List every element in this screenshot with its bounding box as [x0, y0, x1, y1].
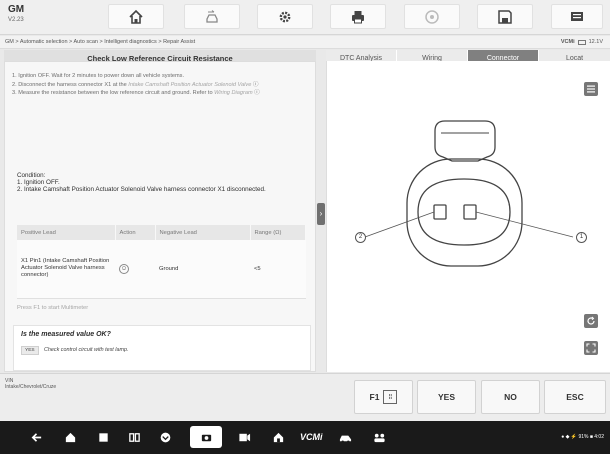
condition-label: Condition: — [17, 172, 46, 179]
recent-apps-icon[interactable] — [95, 429, 111, 445]
refresh-icon — [587, 316, 595, 325]
info-icon[interactable]: ⓘ — [254, 90, 260, 96]
message-icon — [571, 11, 583, 21]
esc-button[interactable]: ESC — [544, 380, 606, 414]
vehicle-swap-button[interactable] — [184, 4, 240, 29]
collapse-panel-button[interactable]: › — [317, 203, 325, 225]
table-header: Negative Lead — [155, 225, 251, 240]
vehicle-swap-icon — [206, 9, 218, 23]
table-header-row: Positive Lead Action Negative Lead Range… — [17, 225, 306, 240]
brand-name: GM — [8, 4, 25, 15]
screen-record-icon[interactable] — [236, 429, 252, 445]
system-status: ● ◆ ⚡ 91% ■ 4:02 — [561, 434, 604, 440]
print-button[interactable] — [330, 4, 386, 29]
step-2: 2. Disconnect the harness connector X1 a… — [12, 82, 310, 90]
vcm-status: VCMi 12.1V — [561, 39, 603, 45]
ohm-meter-icon[interactable]: Ω — [119, 263, 129, 274]
save-button[interactable] — [477, 4, 533, 29]
battery-icon — [577, 39, 586, 45]
vehicle-menu-icon[interactable] — [337, 429, 353, 445]
breadcrumb-bar: GM > Automatic selection > Auto scan > I… — [0, 36, 610, 49]
condition-block: Condition: 1. Ignition OFF. 2. Intake Ca… — [17, 172, 307, 194]
action-cell[interactable]: Ω — [115, 240, 155, 299]
press-hint: Press F1 to start Multimeter — [17, 305, 89, 311]
table-header: Range (Ω) — [250, 225, 306, 240]
system-nav-bar: VCMi ● ◆ ⚡ 91% ■ 4:02 — [0, 421, 610, 454]
step-3: 3. Measure the resistance between the lo… — [12, 90, 310, 98]
procedure-steps: 1. Ignition OFF. Wait for 2 minutes to p… — [12, 73, 310, 99]
vehicle-model: Intake/Chevrolet/Cruze — [5, 384, 57, 390]
screenshot-icon[interactable] — [190, 426, 222, 448]
brand: GM V2.23 — [8, 4, 25, 24]
maxi-home-icon[interactable] — [270, 429, 286, 445]
question-title: Is the measured value OK? — [21, 331, 111, 338]
measurement-table: Positive Lead Action Negative Lead Range… — [17, 225, 306, 299]
home-nav-icon[interactable] — [62, 429, 78, 445]
help-icon — [425, 9, 439, 24]
step-2-text: 2. Disconnect the harness connector X1 a… — [12, 81, 129, 88]
message-button[interactable] — [551, 4, 603, 29]
step-1: 1. Ignition OFF. Wait for 2 minutes to p… — [12, 73, 310, 81]
answer-text-yes: Check control circuit with test lamp. — [44, 347, 129, 353]
range-cell: <5 — [250, 240, 306, 299]
pin-label-2[interactable]: 2 — [355, 232, 366, 243]
refresh-button[interactable] — [584, 314, 598, 328]
remote-service-icon[interactable] — [371, 429, 387, 445]
table-row: X1 Pin1 (Intake Camshaft Position Actuat… — [17, 240, 306, 299]
browser-icon[interactable] — [157, 429, 173, 445]
brand-version: V2.23 — [8, 17, 24, 23]
f1-multimeter-button[interactable]: F1 ¦¦ — [354, 380, 413, 414]
help-button[interactable] — [404, 4, 460, 29]
vcm-label: VCMi — [560, 39, 575, 45]
top-toolbar: GM V2.23 — [0, 0, 610, 35]
back-icon[interactable] — [28, 429, 44, 445]
table-header: Action — [115, 225, 156, 240]
connector-diagram — [364, 120, 574, 267]
negative-lead-cell: Ground — [155, 240, 250, 299]
step-3-link[interactable]: Wiring Diagram — [214, 90, 253, 96]
table-header: Positive Lead — [17, 225, 116, 240]
list-icon — [587, 85, 595, 93]
step-2-link[interactable]: Intake Camshaft Position Actuator Soleno… — [128, 82, 251, 88]
step-3-text: 3. Measure the resistance between the lo… — [12, 90, 215, 96]
pin-label-1[interactable]: 1 — [576, 232, 587, 243]
yes-button[interactable]: YES — [417, 380, 476, 414]
positive-lead-cell: X1 Pin1 (Intake Camshaft Position Actuat… — [17, 240, 115, 299]
pin-1-leader — [475, 211, 574, 238]
list-button[interactable] — [584, 82, 598, 96]
vcm-nav-label[interactable]: VCMi — [300, 432, 323, 442]
home-icon — [129, 9, 143, 24]
procedure-panel: 1. Ignition OFF. Wait for 2 minutes to p… — [4, 61, 316, 372]
no-button[interactable]: NO — [481, 380, 540, 414]
vehicle-info: VIN Intake/Chevrolet/Cruze — [5, 378, 56, 390]
question-box: Is the measured value OK? YES Check cont… — [13, 325, 311, 371]
save-icon — [498, 9, 512, 24]
split-screen-icon[interactable] — [126, 429, 142, 445]
printer-icon — [352, 10, 364, 23]
info-icon[interactable]: ⓘ — [253, 82, 259, 88]
step-1-text: 1. Ignition OFF. Wait for 2 minutes to p… — [12, 73, 185, 79]
home-button[interactable] — [108, 4, 164, 29]
fullscreen-icon — [586, 343, 596, 353]
multimeter-icon: ¦¦ — [383, 390, 398, 404]
fullscreen-button[interactable] — [584, 341, 598, 355]
vcm-voltage: 12.1V — [588, 39, 603, 45]
condition-line-2: 2. Intake Camshaft Position Actuator Sol… — [17, 186, 266, 194]
breadcrumb[interactable]: GM > Automatic selection > Auto scan > I… — [5, 39, 195, 45]
answer-badge-yes: YES — [21, 346, 39, 355]
pin-2-leader — [364, 211, 435, 238]
gear-icon — [279, 11, 291, 22]
settings-button[interactable] — [257, 4, 313, 29]
f1-label: F1 — [369, 392, 380, 402]
condition-line-1: 1. Ignition OFF. — [17, 179, 60, 187]
